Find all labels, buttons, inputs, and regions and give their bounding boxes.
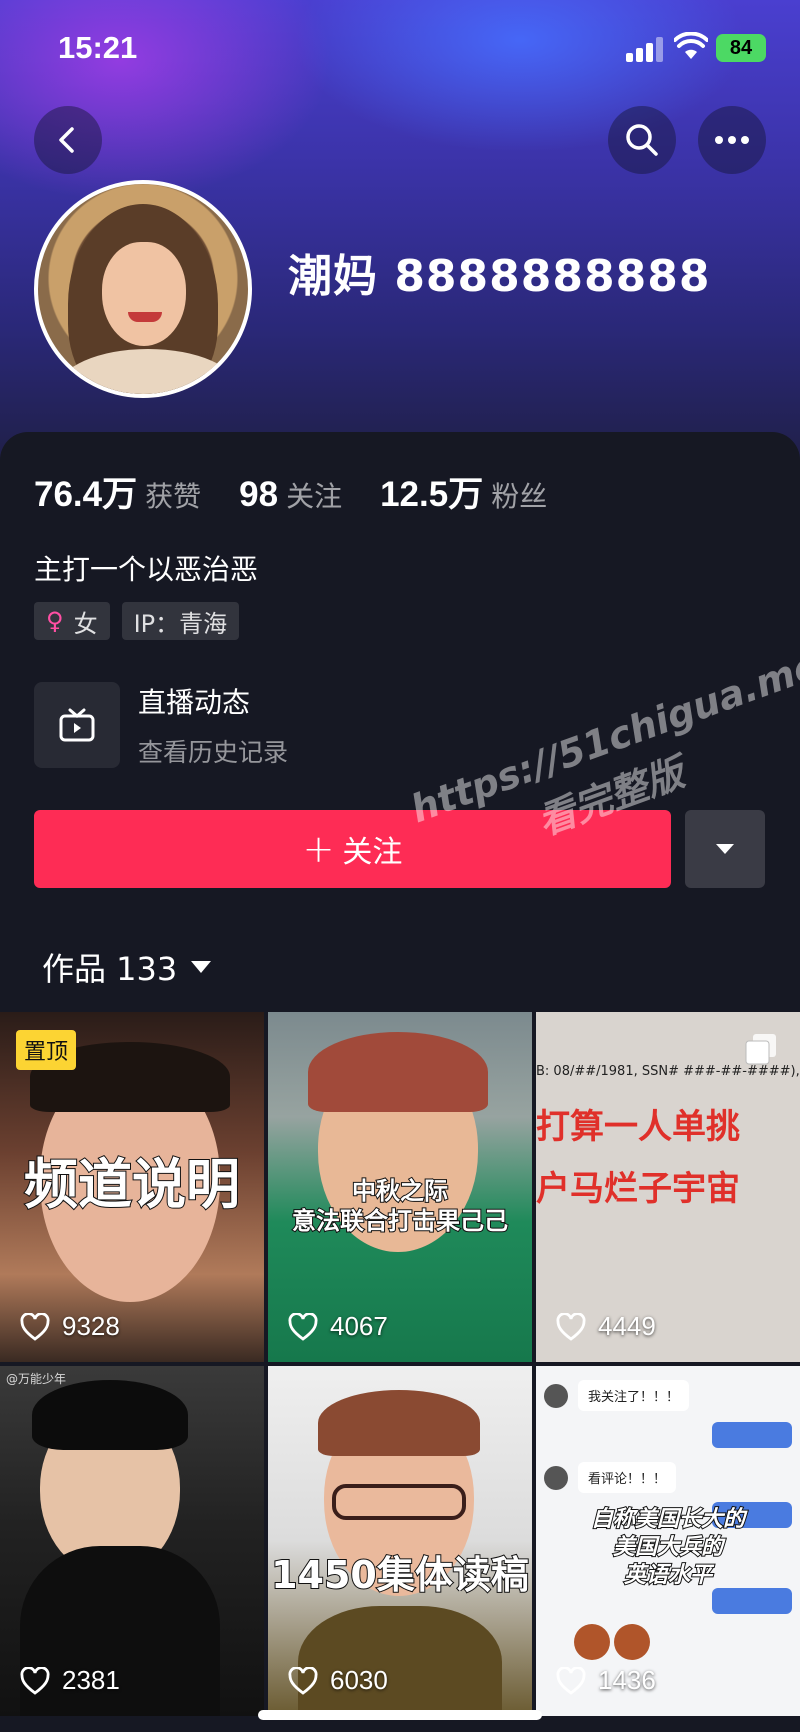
video-overlay-text: 1450集体读稿 [270, 1552, 530, 1598]
more-options-button[interactable] [698, 106, 766, 174]
like-count-value: 9328 [62, 1311, 120, 1341]
stat-followers[interactable]: 12.5万 粉丝 [380, 466, 547, 517]
female-icon: ♀ [46, 607, 64, 635]
chat-text: 看评论！！！ [578, 1462, 677, 1493]
stat-value: 12.5万 [380, 475, 484, 514]
gender-tag: ♀ 女 [34, 602, 110, 640]
wifi-icon [674, 32, 708, 59]
video-thumbnail[interactable]: 置顶 频道说明 9328 [0, 1012, 264, 1362]
follow-button[interactable]: + 关注 [34, 810, 671, 888]
stat-value: 76.4万 [34, 475, 138, 514]
like-count: 1436 [556, 1665, 656, 1696]
search-button[interactable] [608, 106, 676, 174]
video-watermark-text: @万能少年 [6, 1372, 67, 1386]
battery-icon: 84 [716, 34, 766, 62]
like-count: 2381 [20, 1665, 120, 1696]
live-history-entry[interactable]: 直播动态 查看历史记录 [34, 682, 534, 768]
live-subtitle: 查看历史记录 [138, 738, 289, 767]
avatar[interactable] [34, 180, 252, 398]
multi-image-icon [745, 1034, 776, 1065]
stat-label: 粉丝 [491, 480, 548, 513]
live-icon-box [34, 682, 120, 768]
like-count-value: 4067 [330, 1311, 388, 1341]
stat-label: 关注 [286, 480, 343, 513]
tv-icon [59, 708, 95, 742]
video-overlay-text: 频道说明 [23, 1152, 241, 1217]
document-text-line: B: 08/##/1981, SSN# ###-##-####), seek f… [536, 1064, 800, 1079]
chat-message: 看评论！！！ [544, 1462, 677, 1493]
like-count: 4449 [556, 1311, 656, 1342]
video-overlay-text: 中秋之际 意法联合打击果己己 [291, 1176, 509, 1236]
like-count: 9328 [20, 1311, 120, 1342]
ip-tag: IP：青海 [121, 602, 240, 640]
stat-likes[interactable]: 76.4万 获赞 [34, 466, 201, 517]
chevron-left-icon [59, 127, 74, 153]
home-indicator[interactable] [258, 1710, 542, 1720]
like-count-value: 6030 [330, 1665, 388, 1695]
gender-label: 女 [73, 609, 98, 638]
emoji-sticker [614, 1624, 650, 1660]
live-title: 直播动态 [138, 686, 251, 719]
stat-label: 获赞 [145, 480, 202, 513]
status-time: 15:21 [58, 30, 138, 65]
follow-label: 关注 [342, 835, 403, 870]
stat-following[interactable]: 98 关注 [239, 475, 342, 515]
back-button[interactable] [34, 106, 102, 174]
search-icon [626, 124, 658, 156]
heart-icon [556, 1666, 586, 1695]
voice-message [712, 1588, 792, 1614]
plus-icon: + [302, 827, 335, 871]
video-overlay-text: 打算一人单挑 户马烂子宇宙 [536, 1107, 740, 1209]
voice-message [712, 1422, 792, 1448]
video-thumbnail[interactable]: 1450集体读稿 6030 [268, 1366, 532, 1716]
caret-down-icon [191, 961, 212, 973]
video-thumbnail[interactable]: B: 08/##/1981, SSN# ###-##-####), seek f… [536, 1012, 800, 1362]
like-count-value: 4449 [598, 1311, 656, 1341]
more-dots-icon [715, 136, 749, 144]
video-thumbnail[interactable]: @万能少年 2381 [0, 1366, 264, 1716]
emoji-sticker [574, 1624, 610, 1660]
profile-stats: 76.4万 获赞 98 关注 12.5万 粉丝 [34, 466, 585, 517]
chat-avatar [544, 1465, 568, 1490]
like-count-value: 2381 [62, 1665, 120, 1695]
works-tab-label: 作品 133 [42, 950, 178, 988]
heart-icon [288, 1666, 318, 1695]
status-bar: 15:21 84 [0, 0, 800, 100]
chat-message: 我关注了！！！ [544, 1380, 690, 1411]
heart-icon [20, 1666, 50, 1695]
recommend-dropdown-button[interactable] [685, 810, 765, 888]
chat-text: 我关注了！！！ [578, 1380, 690, 1411]
video-overlay-text: 自称美国长大的 美国大兵的 英语水平 [590, 1506, 746, 1589]
profile-nickname: 潮妈 8888888888 [288, 251, 711, 302]
heart-icon [556, 1312, 586, 1341]
video-thumbnail[interactable]: 我关注了！！！ 看评论！！！ 自称美国长大的 美国大兵的 英语水平 1436 [536, 1366, 800, 1716]
pinned-badge: 置顶 [16, 1030, 77, 1070]
tab-works[interactable]: 作品 133 [42, 944, 212, 990]
cellular-signal-icon [626, 36, 664, 62]
profile-tags: ♀ 女 IP：青海 [34, 602, 251, 640]
chat-avatar [544, 1383, 568, 1408]
heart-icon [20, 1312, 50, 1341]
stat-value: 98 [239, 475, 279, 514]
like-count: 4067 [288, 1311, 388, 1342]
like-count: 6030 [288, 1665, 388, 1696]
like-count-value: 1436 [598, 1665, 656, 1695]
triangle-down-icon [716, 844, 734, 854]
profile-bio: 主打一个以恶治恶 [34, 553, 259, 586]
heart-icon [288, 1312, 318, 1341]
video-thumbnail[interactable]: 中秋之际 意法联合打击果己己 4067 [268, 1012, 532, 1362]
